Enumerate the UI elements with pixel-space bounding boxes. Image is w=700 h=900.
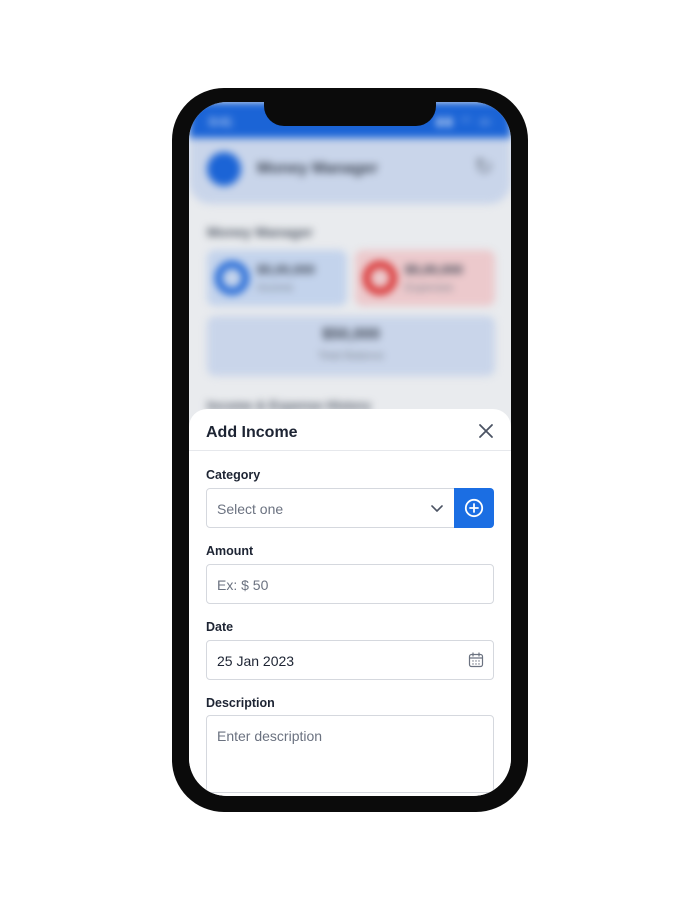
app-header: Money Manager ↻ — [189, 138, 511, 204]
balance-label: Total Balance — [317, 350, 385, 362]
date-value: 25 Jan 2023 — [217, 653, 295, 669]
income-ring-icon — [215, 261, 249, 295]
description-textarea[interactable]: Enter description — [206, 715, 494, 793]
expense-label: Expenses — [405, 282, 454, 294]
add-circle-icon — [464, 498, 484, 518]
income-label: Income — [257, 282, 294, 294]
add-income-sheet: Add Income Category Select one Amount Ex… — [189, 409, 511, 796]
close-icon — [479, 424, 493, 438]
section-title: Money Manager — [207, 224, 313, 240]
sheet-title: Add Income — [206, 424, 298, 441]
description-label: Description — [206, 696, 275, 710]
date-label: Date — [206, 620, 234, 634]
sheet-header: Add Income — [189, 409, 511, 451]
refresh-icon: ↻ — [474, 154, 493, 179]
amount-input[interactable]: Ex: $ 50 — [206, 564, 494, 604]
add-category-button[interactable] — [454, 488, 494, 528]
expense-value: $5,00,000 — [405, 262, 463, 277]
income-card: $5,00,000 Income — [207, 250, 347, 306]
amount-placeholder: Ex: $ 50 — [217, 577, 269, 593]
category-select[interactable]: Select one — [206, 488, 455, 528]
chevron-down-icon — [431, 505, 443, 512]
close-button[interactable] — [475, 420, 497, 442]
expense-card: $5,00,000 Expenses — [355, 250, 495, 306]
status-icons: ▮▮ ◠ ▭ — [436, 116, 493, 128]
amount-label: Amount — [206, 544, 254, 558]
balance-value: $50,000 — [322, 326, 380, 343]
menu-button — [207, 152, 241, 186]
date-input[interactable]: 25 Jan 2023 — [206, 640, 494, 680]
status-time: 9:41 — [209, 115, 233, 129]
income-value: $5,00,000 — [257, 262, 315, 277]
description-placeholder: Enter description — [217, 728, 323, 744]
phone-notch — [264, 90, 436, 126]
header-title: Money Manager — [257, 160, 378, 177]
balance-card: $50,000 Total Balance — [207, 316, 495, 376]
category-label: Category — [206, 468, 261, 482]
calendar-icon[interactable] — [468, 652, 484, 668]
phone-screen: 9:41 ▮▮ ◠ ▭ Money Manager ↻ Money Manage… — [189, 102, 511, 796]
expense-ring-icon — [363, 261, 397, 295]
category-placeholder: Select one — [217, 501, 284, 517]
